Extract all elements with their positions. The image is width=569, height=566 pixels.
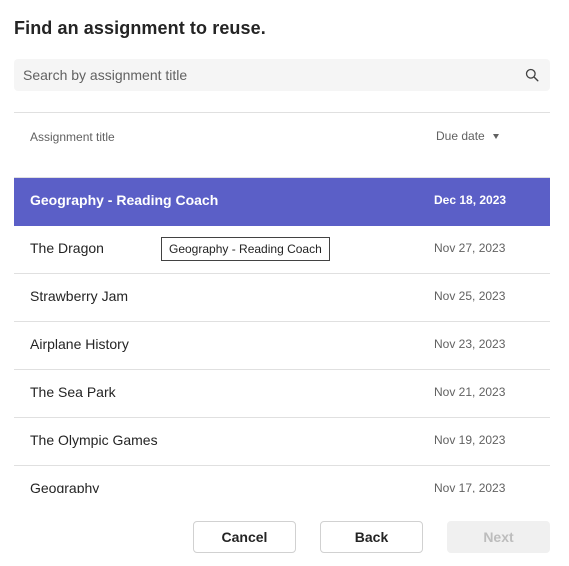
search-icon[interactable] bbox=[525, 68, 539, 82]
row-assignment-title: Strawberry Jam bbox=[30, 288, 129, 304]
column-header-title: Assignment title bbox=[30, 130, 115, 144]
row-tooltip: Geography - Reading Coach bbox=[161, 237, 330, 261]
cancel-button[interactable]: Cancel bbox=[193, 521, 296, 553]
back-button[interactable]: Back bbox=[320, 521, 423, 553]
table-header: Assignment title Due date bbox=[14, 113, 550, 178]
row-due-date: Nov 27, 2023 bbox=[434, 241, 506, 255]
row-assignment-title: Geography bbox=[30, 480, 100, 493]
table-body: Geography - Reading Coach Dec 18, 2023 The… bbox=[14, 178, 550, 493]
table-row[interactable]: Geography Nov 17, 2023 bbox=[14, 466, 550, 493]
table-row[interactable]: The Sea Park Nov 21, 2023 bbox=[14, 370, 550, 418]
sort-down-icon bbox=[492, 134, 499, 139]
column-header-due-date-label: Due date bbox=[436, 129, 485, 143]
column-header-due-date[interactable]: Due date bbox=[436, 129, 499, 143]
row-assignment-title: The Olympic Games bbox=[30, 432, 158, 448]
row-due-date: Dec 18, 2023 bbox=[434, 193, 507, 207]
search-input[interactable] bbox=[14, 59, 514, 91]
row-assignment-title: Geography - Reading Coach bbox=[30, 192, 219, 208]
row-due-date: Nov 21, 2023 bbox=[434, 385, 506, 399]
table-row[interactable]: Airplane History Nov 23, 2023 bbox=[14, 322, 550, 370]
reuse-assignment-dialog: Find an assignment to reuse. Assignment … bbox=[0, 0, 569, 566]
table-row[interactable]: Geography - Reading Coach Dec 18, 2023 bbox=[14, 178, 550, 226]
next-button: Next bbox=[447, 521, 550, 553]
search-box[interactable] bbox=[14, 59, 550, 91]
row-due-date: Nov 25, 2023 bbox=[434, 289, 506, 303]
assignment-table: Assignment title Due date Geography - Re… bbox=[14, 112, 550, 493]
row-assignment-title: The Sea Park bbox=[30, 384, 116, 400]
dialog-title: Find an assignment to reuse. bbox=[14, 18, 266, 38]
row-due-date: Nov 17, 2023 bbox=[434, 481, 506, 493]
row-due-date: Nov 23, 2023 bbox=[434, 337, 506, 351]
row-assignment-title: The Dragon bbox=[30, 240, 104, 256]
table-row[interactable]: The Olympic Games Nov 19, 2023 bbox=[14, 418, 550, 466]
row-due-date: Nov 19, 2023 bbox=[434, 433, 506, 447]
table-row[interactable]: Strawberry Jam Nov 25, 2023 bbox=[14, 274, 550, 322]
row-assignment-title: Airplane History bbox=[30, 336, 129, 352]
